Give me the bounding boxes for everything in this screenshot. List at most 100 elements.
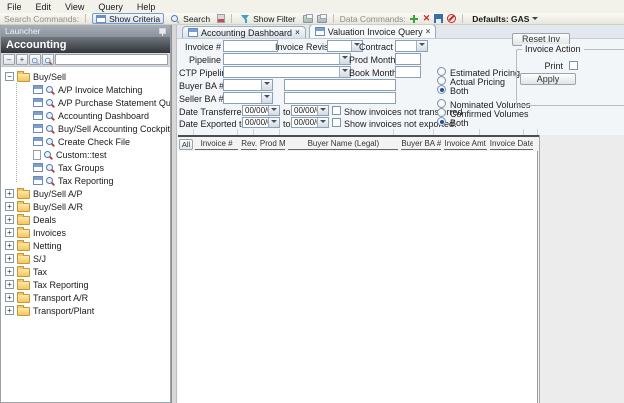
tree-folder-netting[interactable]: Netting xyxy=(5,239,170,252)
menu-help[interactable]: Help xyxy=(137,2,156,12)
seller-ba-name-input[interactable] xyxy=(284,92,396,104)
show-filter-button[interactable]: Show Filter xyxy=(238,13,299,24)
tree-item-custom-test[interactable]: Custom::test xyxy=(9,148,170,161)
column-invoice-date[interactable]: Invoice Date xyxy=(490,139,533,150)
tree-item-tax-groups[interactable]: Tax Groups xyxy=(9,161,170,174)
book-month-label: Book Month xyxy=(349,68,392,78)
tree-folder-label: Tax xyxy=(33,267,47,277)
nominated-volumes-radio[interactable] xyxy=(437,99,446,108)
tree-item-tax-reporting-query[interactable]: Tax Reporting xyxy=(9,174,170,187)
both-pricing-radio[interactable] xyxy=(437,85,446,94)
print-checkbox[interactable] xyxy=(569,61,578,70)
tree-folder-label: Netting xyxy=(33,241,62,251)
expand-icon[interactable] xyxy=(5,293,14,302)
seller-ba-select[interactable] xyxy=(223,92,273,104)
contract-select[interactable] xyxy=(395,40,428,52)
tree-item-create-check-file[interactable]: Create Check File xyxy=(9,135,170,148)
date-transferred-to[interactable]: 00/00/0000 xyxy=(291,105,329,116)
grid-body xyxy=(178,151,538,403)
both-volumes-radio[interactable] xyxy=(437,117,446,126)
book-month-input[interactable] xyxy=(395,66,421,78)
buyer-ba-select[interactable] xyxy=(223,79,273,91)
collapse-all-button[interactable]: – xyxy=(3,54,15,65)
expand-icon[interactable] xyxy=(5,228,14,237)
menu-query[interactable]: Query xyxy=(98,2,123,12)
apply-button[interactable]: Apply xyxy=(520,73,576,85)
delete-icon[interactable] xyxy=(423,14,431,23)
select-all-button[interactable]: All xyxy=(179,139,193,150)
tree-children: A/P Invoice Matching A/P Purchase Statem… xyxy=(9,83,170,187)
tree-item-ap-invoice-matching[interactable]: A/P Invoice Matching xyxy=(9,83,170,96)
tree-folder-buysell-ar[interactable]: Buy/Sell A/R xyxy=(5,200,170,213)
close-icon[interactable] xyxy=(426,28,431,36)
column-invoice-amt[interactable]: Invoice Amt xyxy=(444,139,487,150)
invoice-input[interactable] xyxy=(223,40,278,52)
expand-icon[interactable] xyxy=(5,280,14,289)
estimated-pricing-radio[interactable] xyxy=(437,67,446,76)
confirmed-volumes-radio[interactable] xyxy=(437,108,446,117)
close-icon[interactable] xyxy=(295,29,300,37)
prod-month-input[interactable] xyxy=(395,53,421,65)
invoice-revision-select[interactable] xyxy=(327,40,363,52)
export-icon[interactable] xyxy=(303,15,313,23)
date-exported-from[interactable]: 00/00/0000 xyxy=(242,117,280,128)
column-rev[interactable]: Rev. xyxy=(241,139,257,150)
tree-folder-buysell-ap[interactable]: Buy/Sell A/P xyxy=(5,187,170,200)
cancel-icon[interactable] xyxy=(447,14,456,23)
show-not-transferred-checkbox[interactable] xyxy=(332,106,341,115)
tree-folder-tax[interactable]: Tax xyxy=(5,265,170,278)
pipeline-select[interactable] xyxy=(223,53,351,65)
print-icon[interactable] xyxy=(317,15,327,23)
ctp-pipeline-select[interactable] xyxy=(223,66,351,78)
search-button[interactable]: Search xyxy=(168,13,213,24)
expand-icon[interactable] xyxy=(5,254,14,263)
tree-folder-deals[interactable]: Deals xyxy=(5,213,170,226)
tree-folder-transport-plant[interactable]: Transport/Plant xyxy=(5,304,170,317)
tree-folder-tax-reporting[interactable]: Tax Reporting xyxy=(5,278,170,291)
show-criteria-button[interactable]: Show Criteria xyxy=(92,13,164,24)
folder-icon xyxy=(17,281,30,290)
add-icon[interactable] xyxy=(410,14,419,23)
chevron-down-icon xyxy=(264,95,270,101)
launcher-search-button[interactable] xyxy=(29,54,41,65)
tree-folder-invoices[interactable]: Invoices xyxy=(5,226,170,239)
column-prod-mo[interactable]: Prod Mo xyxy=(260,139,286,150)
buyer-ba-name-input[interactable] xyxy=(284,79,396,91)
print-label: Print xyxy=(521,61,563,71)
collapse-icon[interactable] xyxy=(5,72,14,81)
date-exported-to[interactable]: 00/00/0000 xyxy=(291,117,329,128)
column-buyer-name[interactable]: Buyer Name (Legal) xyxy=(288,139,398,150)
tree-folder-sj[interactable]: S/J xyxy=(5,252,170,265)
tree-folder-buysell[interactable]: Buy/Sell xyxy=(5,70,170,83)
tree-folder-transport-ar[interactable]: Transport A/R xyxy=(5,291,170,304)
tab-valuation-invoice-query[interactable]: Valuation Invoice Query xyxy=(309,25,437,38)
expand-icon[interactable] xyxy=(5,202,14,211)
expand-icon[interactable] xyxy=(5,306,14,315)
invoice-action-title: Invoice Action xyxy=(522,44,584,54)
expand-icon[interactable] xyxy=(5,215,14,224)
tree-item-label: A/P Invoice Matching xyxy=(58,85,142,95)
tree-item-accounting-dashboard[interactable]: Accounting Dashboard xyxy=(9,109,170,122)
column-buyer-ba[interactable]: Buyer BA # xyxy=(401,139,440,150)
pin-icon[interactable] xyxy=(158,27,166,36)
defaults-dropdown[interactable]: Defaults: GAS xyxy=(469,13,541,24)
chevron-down-icon xyxy=(271,108,277,114)
launcher-clear-search-button[interactable] xyxy=(42,54,54,65)
column-invoice[interactable]: Invoice # xyxy=(195,139,238,150)
expand-all-button[interactable]: + xyxy=(16,54,28,65)
expand-icon[interactable] xyxy=(5,267,14,276)
tab-accounting-dashboard[interactable]: Accounting Dashboard xyxy=(182,26,306,38)
menu-file[interactable]: File xyxy=(7,2,22,12)
show-not-exported-checkbox[interactable] xyxy=(332,118,341,127)
tree-item-buysell-accounting-cockpit[interactable]: Buy/Sell Accounting Cockpit xyxy=(9,122,170,135)
tree-item-ap-purchase-statement-query[interactable]: A/P Purchase Statement Query xyxy=(9,96,170,109)
expand-icon[interactable] xyxy=(5,241,14,250)
clear-search-icon[interactable] xyxy=(217,14,225,23)
launcher-filter-input[interactable] xyxy=(55,54,168,65)
actual-pricing-radio[interactable] xyxy=(437,76,446,85)
date-transferred-from[interactable]: 00/00/0000 xyxy=(242,105,280,116)
menu-view[interactable]: View xyxy=(65,2,84,12)
menu-edit[interactable]: Edit xyxy=(36,2,52,12)
save-icon[interactable] xyxy=(434,14,443,23)
expand-icon[interactable] xyxy=(5,189,14,198)
